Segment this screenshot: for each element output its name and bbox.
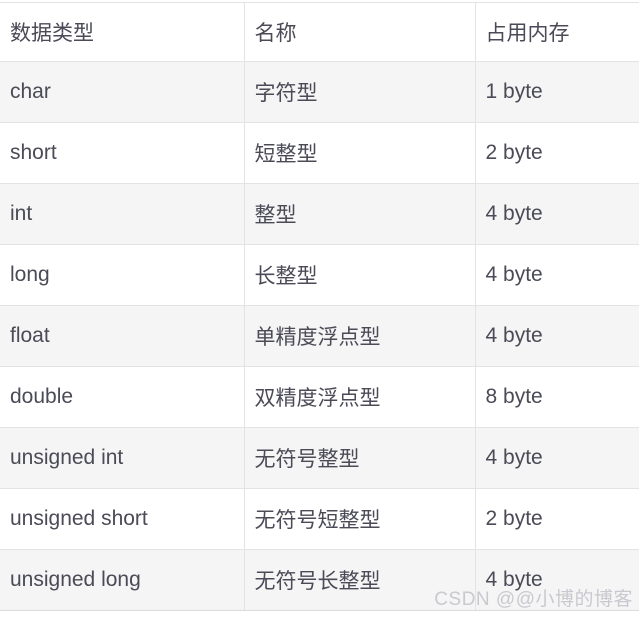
cell-data-type: short — [0, 122, 245, 184]
column-header-memory-size: 占用内存 — [475, 2, 639, 62]
cell-memory-size: 2 byte — [475, 122, 639, 184]
cell-name: 整型 — [244, 183, 476, 245]
column-header-name: 名称 — [244, 2, 476, 62]
table-row: int 整型 4 byte — [0, 183, 639, 245]
table-body: char 字符型 1 byte short 短整型 2 byte int 整型 … — [0, 61, 639, 611]
table-row: char 字符型 1 byte — [0, 61, 639, 123]
cell-memory-size: 1 byte — [475, 61, 639, 123]
cell-name: 单精度浮点型 — [244, 305, 476, 367]
cell-data-type: unsigned long — [0, 549, 245, 611]
cell-data-type: float — [0, 305, 245, 367]
cell-name: 长整型 — [244, 244, 476, 306]
cell-memory-size: 2 byte — [475, 488, 639, 550]
table-row: double 双精度浮点型 8 byte — [0, 366, 639, 428]
data-types-table-container: 数据类型 名称 占用内存 char 字符型 1 byte short 短整型 2… — [0, 2, 639, 612]
cell-name: 无符号整型 — [244, 427, 476, 489]
cell-name: 字符型 — [244, 61, 476, 123]
cell-memory-size: 4 byte — [475, 244, 639, 306]
cell-memory-size: 4 byte — [475, 183, 639, 245]
cell-name: 无符号长整型 — [244, 549, 476, 611]
data-types-table: 数据类型 名称 占用内存 char 字符型 1 byte short 短整型 2… — [0, 2, 639, 611]
table-row: long 长整型 4 byte — [0, 244, 639, 306]
cell-name: 无符号短整型 — [244, 488, 476, 550]
cell-data-type: unsigned int — [0, 427, 245, 489]
cell-memory-size: 4 byte — [475, 427, 639, 489]
cell-data-type: char — [0, 61, 245, 123]
cell-memory-size: 4 byte — [475, 549, 639, 611]
cell-data-type: int — [0, 183, 245, 245]
table-row: unsigned long 无符号长整型 4 byte — [0, 549, 639, 611]
table-header-row: 数据类型 名称 占用内存 — [0, 2, 639, 62]
table-row: float 单精度浮点型 4 byte — [0, 305, 639, 367]
cell-data-type: double — [0, 366, 245, 428]
cell-data-type: long — [0, 244, 245, 306]
table-row: unsigned int 无符号整型 4 byte — [0, 427, 639, 489]
table-header: 数据类型 名称 占用内存 — [0, 2, 639, 62]
table-row: unsigned short 无符号短整型 2 byte — [0, 488, 639, 550]
cell-memory-size: 4 byte — [475, 305, 639, 367]
cell-name: 短整型 — [244, 122, 476, 184]
table-row: short 短整型 2 byte — [0, 122, 639, 184]
cell-data-type: unsigned short — [0, 488, 245, 550]
cell-name: 双精度浮点型 — [244, 366, 476, 428]
column-header-data-type: 数据类型 — [0, 2, 245, 62]
cell-memory-size: 8 byte — [475, 366, 639, 428]
